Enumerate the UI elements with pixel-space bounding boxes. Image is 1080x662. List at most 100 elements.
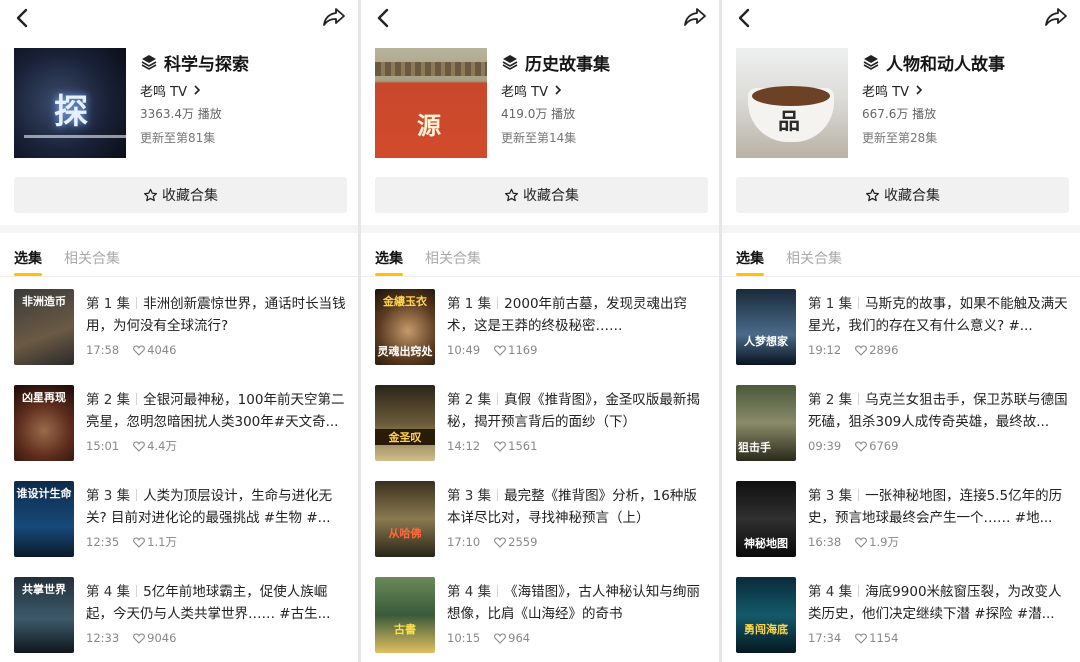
heart-outline-icon xyxy=(133,440,146,452)
thumbnail-caption: 从哈佛 xyxy=(388,527,422,540)
episode-duration: 17:34 xyxy=(808,631,842,645)
chevron-right-icon xyxy=(555,85,562,95)
episode-likes: 1154 xyxy=(869,631,899,645)
cover-glyph: 源 xyxy=(417,111,441,140)
episode-title: 第 2 集乌克兰女狙击手，保卫苏联与德国死磕，狙杀309人成传奇英雄，最终故..… xyxy=(808,389,1068,433)
section-divider xyxy=(722,225,1080,233)
episode-duration: 16:38 xyxy=(808,535,842,549)
episode-duration: 12:33 xyxy=(86,631,120,645)
tab-related-collections[interactable]: 相关合集 xyxy=(425,248,481,278)
tab-bar: 选集 相关合集 xyxy=(375,248,503,278)
episode-duration: 17:10 xyxy=(447,535,481,549)
tab-episodes[interactable]: 选集 xyxy=(14,248,42,278)
episode-title: 第 4 集海底9900米舷窗压裂，为改变人类历史，他们决定继续下潜 #探险 #潜… xyxy=(808,581,1068,625)
episode-item[interactable]: 谁设计生命 第 3 集人类为顶层设计，生命与进化无关? 目前对进化论的最强挑战 … xyxy=(0,479,358,575)
thumbnail-caption: 金圣叹 xyxy=(375,429,435,445)
author-link[interactable]: 老鸣 TV xyxy=(140,80,348,100)
author-link[interactable]: 老鸣 TV xyxy=(862,80,1070,100)
episode-item[interactable]: 勇闯海底 第 4 集海底9900米舷窗压裂，为改变人类历史，他们决定继续下潜 #… xyxy=(722,575,1080,662)
episode-item[interactable]: 神秘地图 第 3 集一张神秘地图，连接5.5亿年的历史，预言地球最终会产生一个…… xyxy=(722,479,1080,575)
episode-thumbnail: 神秘地图 xyxy=(736,481,796,557)
episode-list: 非洲造币 第 1 集非洲创新震惊世界，通话时长当钱用，为何没有全球流行? 17:… xyxy=(0,287,358,662)
section-divider xyxy=(361,225,719,233)
cover-glyph: 探 xyxy=(54,92,88,132)
episode-duration: 17:58 xyxy=(86,343,120,357)
episode-number: 第 2 集 xyxy=(808,392,853,408)
episode-stats: 10:15 964 xyxy=(447,629,530,647)
collection-title: 科学与探索 xyxy=(164,54,249,75)
episode-duration: 14:12 xyxy=(447,439,481,453)
tab-episodes[interactable]: 选集 xyxy=(736,248,764,278)
title-row: 历史故事集 xyxy=(501,48,709,76)
thumbnail-caption: 勇闯海底 xyxy=(744,623,788,636)
thumbnail-caption: 共掌世界 xyxy=(22,583,66,596)
panels-container: 探 科学与探索 老鸣 TV 3363.4万 播放 更新至第81集 收藏合集 选集 xyxy=(0,0,1080,662)
episode-number: 第 2 集 xyxy=(447,392,492,408)
update-status: 更新至第28集 xyxy=(862,131,938,145)
back-chevron-icon[interactable] xyxy=(12,6,34,30)
collect-label: 收藏合集 xyxy=(162,188,218,204)
episode-thumbnail: 古書 xyxy=(375,577,435,653)
episode-likes: 4.4万 xyxy=(147,439,177,453)
episode-title: 第 3 集人类为顶层设计，生命与进化无关? 目前对进化论的最强挑战 #生物 #.… xyxy=(86,485,346,529)
tab-related-collections[interactable]: 相关合集 xyxy=(786,248,842,278)
episode-item[interactable]: 狙击手 第 2 集乌克兰女狙击手，保卫苏联与德国死磕，狙杀309人成传奇英雄，最… xyxy=(722,383,1080,479)
episode-item[interactable]: 从哈佛 第 3 集最完整《推背图》分析，16种版本详尽比对，寻找神秘预言（上） … xyxy=(361,479,719,575)
episode-stats: 17:34 1154 xyxy=(808,629,898,647)
collect-button[interactable]: 收藏合集 xyxy=(736,177,1069,213)
episode-item[interactable]: 凶星再现 第 2 集全银河最神秘，100年前天空第二亮星，忽明忽暗困扰人类300… xyxy=(0,383,358,479)
thumbnail-caption: 谁设计生命 xyxy=(16,487,72,500)
episode-item[interactable]: 金縷玉衣 灵魂出窍处 第 1 集 2000年前古墓，发现灵魂出窍术，这是王莽的终极秘… xyxy=(361,287,719,383)
episode-list: 人梦想家 第 1 集马斯克的故事，如果不能触及满天星光，我们的存在又有什么意义?… xyxy=(722,287,1080,662)
tab-episodes[interactable]: 选集 xyxy=(375,248,403,278)
episode-stats: 19:12 2896 xyxy=(808,341,898,359)
author-link[interactable]: 老鸣 TV xyxy=(501,80,709,100)
collection-meta: 历史故事集 老鸣 TV 419.0万 播放 更新至第14集 xyxy=(501,48,709,148)
share-arrow-icon[interactable] xyxy=(322,6,346,28)
episode-stats: 10:49 1169 xyxy=(447,341,537,359)
collection-panel-science: 探 科学与探索 老鸣 TV 3363.4万 播放 更新至第81集 收藏合集 选集 xyxy=(0,0,358,662)
episode-number: 第 3 集 xyxy=(86,488,131,504)
episode-item[interactable]: 人梦想家 第 1 集马斯克的故事，如果不能触及满天星光，我们的存在又有什么意义?… xyxy=(722,287,1080,383)
heart-outline-icon xyxy=(855,632,868,644)
play-count: 3363.4万 播放 xyxy=(140,107,222,121)
tab-underline-divider xyxy=(722,276,1080,277)
share-arrow-icon[interactable] xyxy=(683,6,707,28)
episode-number: 第 1 集 xyxy=(447,296,492,312)
episode-title: 第 4 集《海错图》，古人神秘认知与绚丽想像，比肩《山海经》的奇书 xyxy=(447,581,707,625)
title-row: 人物和动人故事 xyxy=(862,48,1070,76)
episode-number: 第 4 集 xyxy=(86,584,131,600)
episode-item[interactable]: 古書 第 4 集《海错图》，古人神秘认知与绚丽想像，比肩《山海经》的奇书 10:… xyxy=(361,575,719,662)
chevron-right-icon xyxy=(916,85,923,95)
thumbnail-caption: 凶星再现 xyxy=(22,391,66,404)
share-arrow-icon[interactable] xyxy=(1044,6,1068,28)
collection-title: 人物和动人故事 xyxy=(886,54,1005,75)
episode-item[interactable]: 非洲造币 第 1 集非洲创新震惊世界，通话时长当钱用，为何没有全球流行? 17:… xyxy=(0,287,358,383)
back-chevron-icon[interactable] xyxy=(734,6,756,30)
back-chevron-icon[interactable] xyxy=(373,6,395,30)
episode-likes: 2559 xyxy=(508,535,538,549)
episode-stats: 15:01 4.4万 xyxy=(86,437,177,455)
collection-cover: 品 xyxy=(736,48,848,158)
collect-button[interactable]: 收藏合集 xyxy=(375,177,708,213)
tab-related-collections[interactable]: 相关合集 xyxy=(64,248,120,278)
tab-bar: 选集 相关合集 xyxy=(736,248,864,278)
episode-item[interactable]: 共掌世界 第 4 集 5亿年前地球霸主，促使人族崛起，今天仍与人类共掌世界…… #… xyxy=(0,575,358,662)
top-bar xyxy=(722,0,1080,36)
episode-duration: 19:12 xyxy=(808,343,842,357)
episode-stats: 09:39 6769 xyxy=(808,437,898,455)
thumbnail-caption: 神秘地图 xyxy=(744,537,788,550)
episode-number: 第 3 集 xyxy=(808,488,853,504)
thumbnail-caption: 非洲造币 xyxy=(22,295,66,308)
episode-stats: 12:33 9046 xyxy=(86,629,176,647)
episode-stats: 16:38 1.9万 xyxy=(808,533,899,551)
episode-duration: 10:15 xyxy=(447,631,481,645)
episode-duration: 12:35 xyxy=(86,535,120,549)
episode-title: 第 4 集 5亿年前地球霸主，促使人族崛起，今天仍与人类共掌世界…… #古生... xyxy=(86,581,346,625)
collect-button[interactable]: 收藏合集 xyxy=(14,177,347,213)
episode-item[interactable]: 金圣叹 第 2 集真假《推背图》，金圣叹版最新揭秘，揭开预言背后的面纱（下） 1… xyxy=(361,383,719,479)
episode-thumbnail: 人梦想家 xyxy=(736,289,796,365)
heart-outline-icon xyxy=(494,536,507,548)
author-name: 老鸣 TV xyxy=(862,84,909,100)
cover-glyph: 品 xyxy=(778,109,801,135)
